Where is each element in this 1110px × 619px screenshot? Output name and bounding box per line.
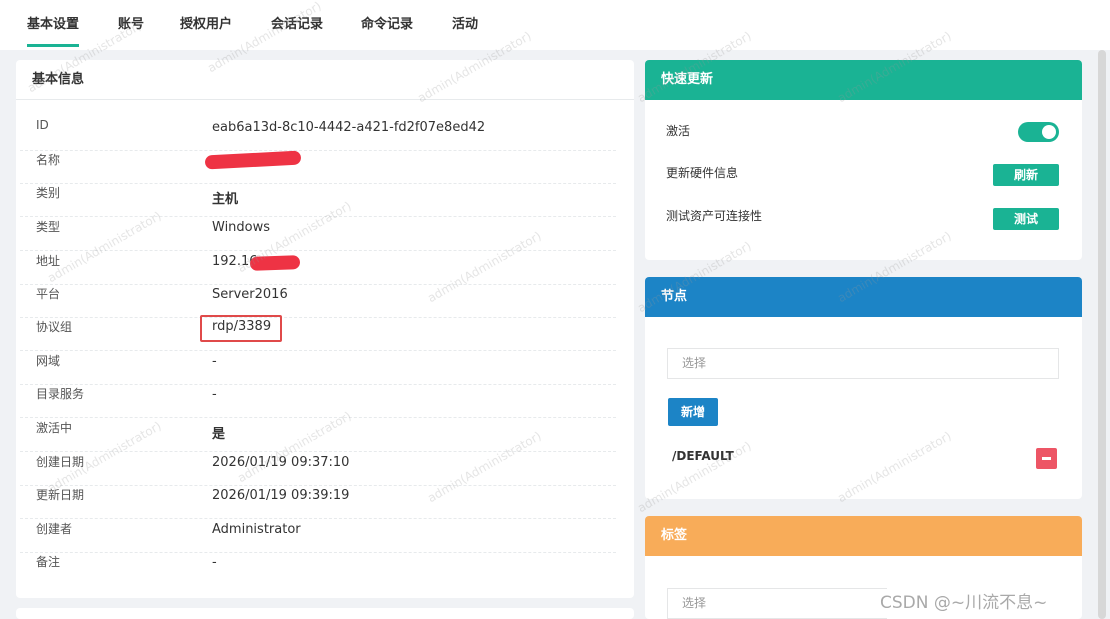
info-value: - (212, 555, 217, 570)
activate-label: 激活 (666, 124, 691, 138)
info-label: 激活中 (36, 421, 73, 435)
info-row-creator: 创建者 Administrator (20, 520, 616, 553)
info-row-category: 类别 主机 (20, 184, 616, 217)
info-label: 地址 (36, 254, 61, 268)
info-label: 更新日期 (36, 488, 85, 502)
nodes-panel: 节点 (645, 277, 1082, 499)
basic-info-title: 基本信息 (16, 60, 634, 100)
bottom-panel (16, 608, 634, 619)
quick-update-title: 快速更新 (645, 60, 1082, 100)
info-value: - (212, 387, 217, 402)
tag-select-input[interactable]: 选择 (667, 588, 887, 619)
info-row-updated: 更新日期 2026/01/19 09:39:19 (20, 486, 616, 519)
info-label: 类型 (36, 220, 61, 234)
info-label: 创建日期 (36, 455, 85, 469)
tags-title: 标签 (645, 516, 1082, 556)
info-label: 网域 (36, 354, 61, 368)
info-row-type: 类型 Windows (20, 218, 616, 251)
info-row-comment: 备注 - (20, 553, 616, 586)
refresh-button[interactable]: 刷新 (993, 164, 1059, 186)
protocol-highlight-box (200, 315, 282, 342)
info-row-protocol: 协议组 rdp/3389 (20, 318, 616, 351)
info-row-active: 激活中 是 (20, 419, 616, 452)
tab-accounts[interactable]: 账号 (118, 15, 144, 47)
info-value: - (212, 354, 217, 369)
info-value: 是 (212, 427, 226, 442)
info-row-platform: 平台 Server2016 (20, 285, 616, 318)
info-row-created: 创建日期 2026/01/19 09:37:10 (20, 453, 616, 486)
info-label: ID (36, 118, 49, 132)
info-value: Administrator (212, 522, 301, 537)
tab-bar: 基本设置 账号 授权用户 会话记录 命令记录 活动 (0, 0, 1110, 50)
toggle-knob (1042, 125, 1056, 139)
node-item-default: /DEFAULT (672, 449, 734, 463)
tab-authorized-users[interactable]: 授权用户 (180, 15, 232, 47)
scrollbar[interactable] (1098, 50, 1106, 619)
tab-session-records[interactable]: 会话记录 (271, 15, 323, 47)
info-row-id: ID eab6a13d-8c10-4442-a421-fd2f07e8ed42 (20, 118, 616, 151)
tab-basic-settings[interactable]: 基本设置 (27, 15, 80, 47)
info-label: 创建者 (36, 522, 73, 536)
tab-command-records[interactable]: 命令记录 (361, 15, 413, 47)
info-row-address: 地址 192.16 (20, 252, 616, 285)
activate-toggle[interactable] (1018, 122, 1059, 142)
tab-activity[interactable]: 活动 (452, 15, 478, 47)
info-label: 类别 (36, 186, 61, 200)
info-label: 名称 (36, 153, 61, 167)
info-value: Server2016 (212, 287, 288, 302)
info-value: 2026/01/19 09:39:19 (212, 488, 350, 503)
node-select-input[interactable]: 选择 (667, 348, 1059, 379)
info-value: 主机 (212, 192, 239, 207)
info-row-name: 名称 (20, 151, 616, 184)
test-button[interactable]: 测试 (993, 208, 1059, 230)
info-label: 平台 (36, 287, 61, 301)
add-node-button[interactable]: 新增 (668, 398, 718, 426)
remove-node-button[interactable] (1036, 448, 1057, 469)
info-label: 协议组 (36, 320, 73, 334)
info-value: Windows (212, 220, 271, 235)
redaction-mark (249, 255, 301, 271)
info-row-domain: 网域 - (20, 352, 616, 385)
info-row-directory-service: 目录服务 - (20, 385, 616, 418)
csdn-watermark: CSDN @~川流不息~ (880, 593, 1048, 613)
info-label: 备注 (36, 555, 61, 569)
info-value: eab6a13d-8c10-4442-a421-fd2f07e8ed42 (212, 120, 486, 135)
quick-update-panel: 快速更新 (645, 60, 1082, 260)
test-connectivity-label: 测试资产可连接性 (666, 209, 763, 223)
update-hardware-label: 更新硬件信息 (666, 166, 739, 180)
info-label: 目录服务 (36, 387, 85, 401)
info-value: 2026/01/19 09:37:10 (212, 455, 350, 470)
nodes-title: 节点 (645, 277, 1082, 317)
